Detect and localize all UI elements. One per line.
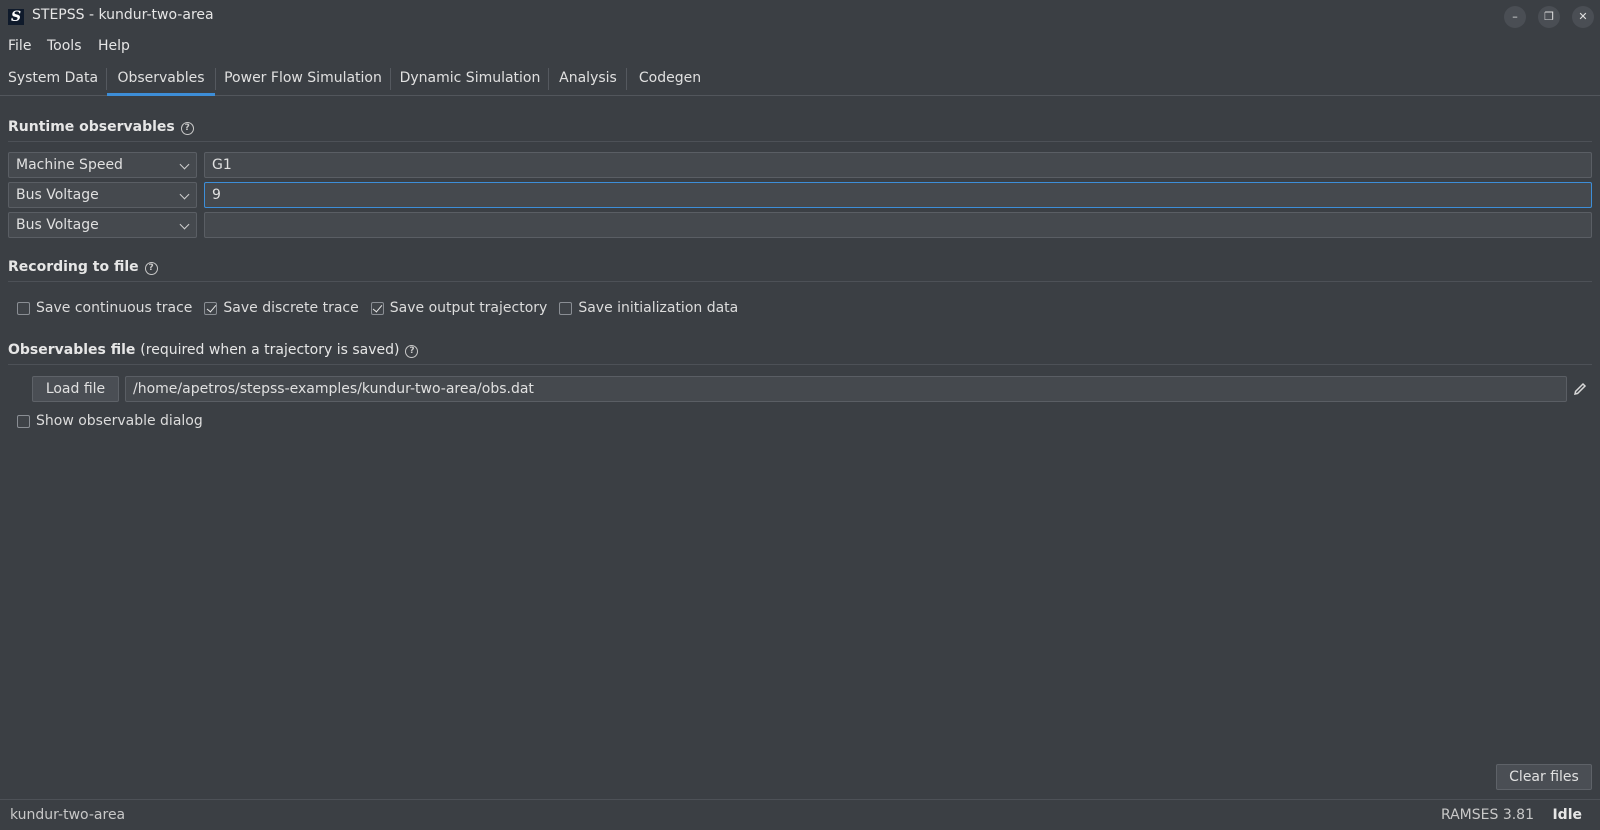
checkbox-label: Save initialization data [578,300,739,316]
show-dialog-row: Show observable dialog [17,412,215,430]
save-output-trajectory-checkbox[interactable] [370,301,384,315]
tab-separator [215,68,216,90]
minimize-button[interactable]: – [1504,6,1526,28]
observable-name-input-2[interactable] [204,182,1592,208]
chevron-down-icon [179,159,190,170]
observable-type-select-2[interactable]: Bus Voltage [8,182,197,208]
observable-name-input-3[interactable] [204,212,1592,238]
observable-type-select-1[interactable]: Machine Speed [8,152,197,178]
checkbox-label: Save continuous trace [36,300,193,316]
observable-type-value: Bus Voltage [16,217,99,233]
help-icon[interactable]: ? [405,345,419,358]
observables-file-heading: Observables file (required when a trajec… [8,342,419,358]
window-title: STEPSS - kundur-two-area [32,7,214,23]
recording-options: Save continuous trace Save discrete trac… [17,299,750,317]
menu-file[interactable]: File [8,38,31,54]
runtime-observables-heading: Runtime observables? [8,119,194,135]
checkbox-label: Show observable dialog [36,413,203,429]
runtime-observables-title: Runtime observables [8,119,175,135]
help-icon[interactable]: ? [180,122,194,135]
clear-files-button[interactable]: Clear files [1496,764,1592,790]
menu-help[interactable]: Help [98,38,130,54]
tab-observables[interactable]: Observables [107,62,215,96]
observable-type-value: Bus Voltage [16,187,99,203]
status-state: Idle [1552,807,1582,823]
save-initialization-data-checkbox[interactable] [559,301,573,315]
observables-file-note: (required when a trajectory is saved) [140,342,400,358]
status-version: RAMSES 3.81 [1440,807,1534,823]
tab-separator [626,68,627,90]
edit-pencil-icon[interactable] [1572,381,1588,397]
tab-separator [548,68,549,90]
tab-codegen[interactable]: Codegen [630,62,710,96]
recording-heading: Recording to file? [8,259,158,275]
tab-dynamic-simulation[interactable]: Dynamic Simulation [394,62,546,96]
observable-type-select-3[interactable]: Bus Voltage [8,212,197,238]
tab-power-flow-simulation[interactable]: Power Flow Simulation [218,62,388,96]
tab-analysis[interactable]: Analysis [551,62,625,96]
menu-tools[interactable]: Tools [47,38,82,54]
tab-system-data[interactable]: System Data [4,62,102,96]
close-button[interactable]: ✕ [1572,6,1594,28]
tab-bar: System Data Observables Power Flow Simul… [0,62,1600,96]
chevron-down-icon [179,189,190,200]
menu-bar: File Tools Help [0,34,1600,60]
tab-separator [390,68,391,90]
checkbox-label: Save output trajectory [389,300,548,316]
divider [8,281,1592,282]
title-bar: S STEPSS - kundur-two-area – ❐ ✕ [0,0,1600,33]
status-project-name: kundur-two-area [10,807,126,823]
chevron-down-icon [179,219,190,230]
divider [8,141,1592,142]
restore-button[interactable]: ❐ [1538,6,1560,28]
divider [8,364,1592,365]
save-continuous-trace-checkbox[interactable] [17,301,30,315]
save-discrete-trace-checkbox[interactable] [204,301,218,315]
observables-file-title: Observables file [8,342,136,358]
checkbox-label: Save discrete trace [223,300,359,316]
app-logo-icon: S [8,9,24,25]
observable-type-value: Machine Speed [16,157,123,173]
recording-title: Recording to file [8,259,139,275]
observable-name-input-1[interactable] [204,152,1592,178]
show-observable-dialog-checkbox[interactable] [17,414,30,428]
status-bar: kundur-two-area RAMSES 3.81 Idle [0,799,1600,830]
help-icon[interactable]: ? [144,262,158,275]
observables-file-path-input[interactable] [125,376,1567,402]
load-file-button[interactable]: Load file [32,376,119,402]
